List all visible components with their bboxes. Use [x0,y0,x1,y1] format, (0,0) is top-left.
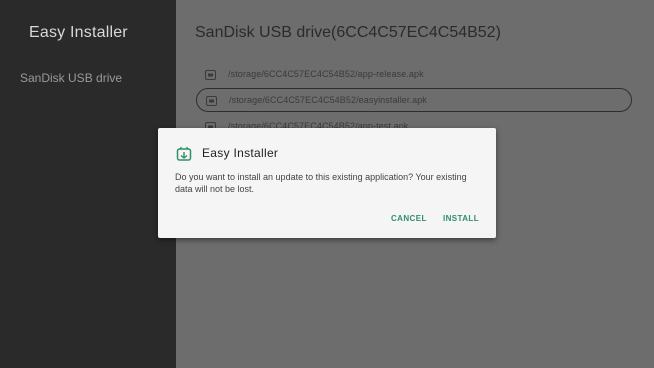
install-dialog: Easy Installer Do you want to install an… [158,128,496,238]
install-button[interactable]: INSTALL [443,214,479,223]
android-package-icon [176,146,192,161]
cancel-button[interactable]: CANCEL [391,214,427,223]
sidebar: Easy Installer SanDisk USB drive [0,0,176,368]
file-path: /storage/6CC4C57EC4C54B52/app-release.ap… [228,69,424,79]
app-title: Easy Installer [29,24,128,41]
apk-file-icon [205,94,217,106]
drive-title: SanDisk USB drive(6CC4C57EC4C54B52) [195,24,501,41]
screen: Easy Installer SanDisk USB drive SanDisk… [0,0,654,368]
dialog-title: Easy Installer [202,146,279,160]
file-path: /storage/6CC4C57EC4C54B52/easyinstaller.… [229,95,427,105]
sidebar-item-usb-drive[interactable]: SanDisk USB drive [20,71,122,85]
file-row[interactable]: /storage/6CC4C57EC4C54B52/app-release.ap… [196,62,632,86]
dialog-message: Do you want to install an update to this… [175,172,467,194]
apk-file-icon [204,68,216,80]
file-row-focused[interactable]: /storage/6CC4C57EC4C54B52/easyinstaller.… [196,88,632,112]
